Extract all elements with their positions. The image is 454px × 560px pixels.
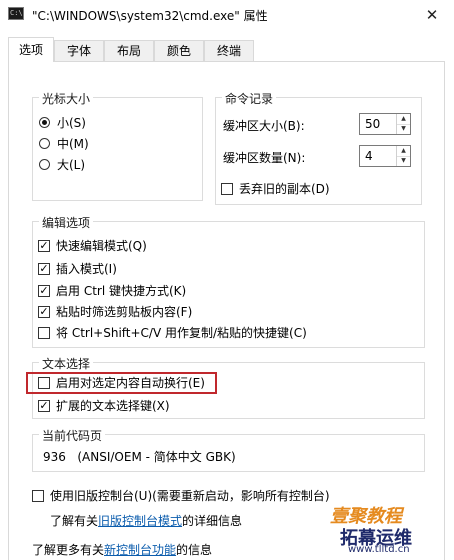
tab-terminal[interactable]: 终端 (204, 40, 254, 61)
legacy-info-suffix: 的详细信息 (182, 514, 243, 528)
filter-clipboard-label: 粘贴时筛选剪贴板内容(F) (56, 305, 193, 319)
buffer-size-label: 缓冲区大小(B): (223, 119, 305, 133)
codepage-value: 936 (ANSI/OEM - 简体中文 GBK) (43, 450, 236, 464)
check-icon: ✓ (38, 262, 50, 275)
insert-mode-label: 插入模式(I) (56, 262, 117, 276)
title-bar: C:\ "C:\WINDOWS\system32\cmd.exe" 属性 ✕ (0, 0, 454, 30)
more-info-line: 了解更多有关新控制台功能的信息 (32, 541, 212, 558)
new-console-features-link[interactable]: 新控制台功能 (104, 543, 176, 557)
tab-options[interactable]: 选项 (8, 37, 54, 62)
checkbox-box (221, 183, 233, 195)
check-icon: ✓ (38, 399, 50, 412)
command-history-legend: 命令记录 (222, 90, 277, 107)
codepage-legend: 当前代码页 (39, 427, 106, 444)
extended-selection-keys-label: 扩展的文本选择键(X) (56, 399, 170, 413)
tab-layout[interactable]: 布局 (104, 40, 154, 61)
cursor-size-small-label: 小(S) (57, 116, 86, 130)
cmd-app-icon: C:\ (8, 7, 24, 20)
radio-indicator (39, 117, 50, 128)
discard-old-label: 丢弃旧的副本(D) (239, 182, 330, 196)
tab-colors[interactable]: 颜色 (154, 40, 204, 61)
ctrl-shift-cv-label: 将 Ctrl+Shift+C/V 用作复制/粘贴的快捷键(C) (56, 326, 307, 340)
radio-indicator (39, 138, 50, 149)
buffer-count-label: 缓冲区数量(N): (223, 151, 306, 165)
ctrl-shortcuts-label: 启用 Ctrl 键快捷方式(K) (56, 284, 187, 298)
cursor-size-medium-label: 中(M) (57, 137, 89, 151)
radio-indicator (39, 159, 50, 170)
text-selection-legend: 文本选择 (39, 355, 94, 372)
close-button[interactable]: ✕ (410, 0, 454, 30)
window-title: "C:\WINDOWS\system32\cmd.exe" 属性 (32, 9, 268, 23)
tab-font[interactable]: 字体 (54, 40, 104, 61)
spin-down-icon[interactable]: ▼ (397, 156, 410, 166)
check-icon: ✓ (38, 305, 50, 318)
check-icon: ✓ (38, 284, 50, 297)
cursor-size-legend: 光标大小 (39, 90, 94, 107)
close-icon: ✕ (425, 6, 439, 24)
spin-down-icon[interactable]: ▼ (397, 124, 410, 134)
buffer-count-stepper[interactable]: 4 ▲ ▼ (359, 145, 411, 167)
more-info-prefix: 了解更多有关 (32, 543, 105, 557)
check-icon: ✓ (38, 239, 50, 252)
legacy-info-line: 了解有关旧版控制台模式的详细信息 (50, 512, 242, 529)
legacy-console-label: 使用旧版控制台(U)(需要重新启动，影响所有控制台) (50, 489, 330, 503)
checkbox-box (38, 327, 50, 339)
spin-buttons: ▲ ▼ (396, 146, 410, 166)
more-info-suffix: 的信息 (176, 543, 213, 557)
checkbox-box (32, 490, 44, 502)
buffer-size-value: 50 (365, 117, 381, 131)
buffer-size-stepper[interactable]: 50 ▲ ▼ (359, 113, 411, 135)
highlight-box (26, 372, 217, 394)
edit-options-legend: 编辑选项 (39, 214, 94, 231)
spin-buttons: ▲ ▼ (396, 114, 410, 134)
quick-edit-label: 快速编辑模式(Q) (56, 239, 147, 253)
legacy-mode-link[interactable]: 旧版控制台模式 (98, 514, 182, 528)
legacy-info-prefix: 了解有关 (50, 514, 99, 528)
buffer-count-value: 4 (365, 149, 373, 163)
cursor-size-large-label: 大(L) (57, 158, 86, 172)
